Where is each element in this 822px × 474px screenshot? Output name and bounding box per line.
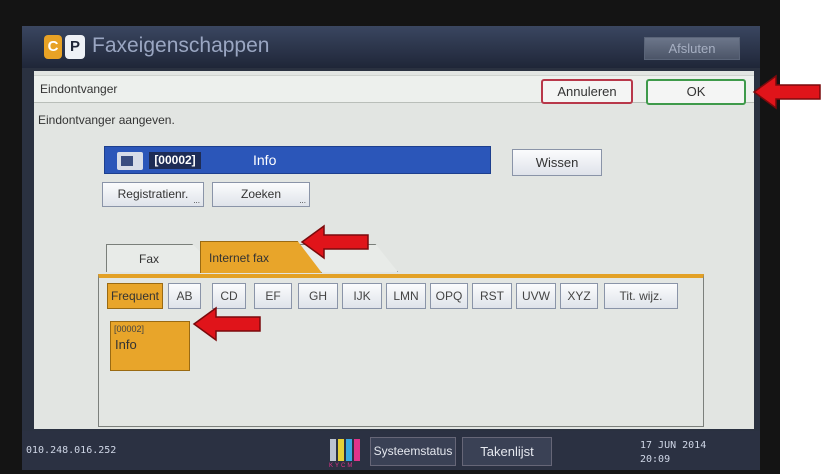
- header-row: Eindontvanger Annuleren OK: [34, 75, 754, 105]
- entry-name: Info: [115, 337, 137, 352]
- instruction-text: Eindontvanger aangeven.: [38, 113, 175, 127]
- title-change-button[interactable]: Tit. wijz.: [604, 283, 678, 309]
- search-button[interactable]: Zoeken...: [212, 182, 310, 207]
- registration-number-button[interactable]: Registratienr....: [102, 182, 204, 207]
- section-label: Eindontvanger: [40, 82, 118, 96]
- main-panel: Eindontvanger Annuleren OK Eindontvanger…: [34, 71, 754, 429]
- entry-code: [00002]: [114, 324, 145, 334]
- address-entry-info[interactable]: [00002] Info: [110, 321, 190, 371]
- time-text: 20:09: [640, 454, 671, 465]
- index-ijk[interactable]: IJK: [342, 283, 382, 309]
- clear-button[interactable]: Wissen: [512, 149, 602, 176]
- toner-letters: KYCM: [329, 463, 355, 469]
- date-time: 17 JUN 2014 20:09: [640, 439, 706, 467]
- job-list-button[interactable]: Takenlijst: [462, 437, 552, 466]
- close-button[interactable]: Afsluten: [644, 37, 740, 60]
- index-xyz[interactable]: XYZ: [560, 283, 598, 309]
- index-uvw[interactable]: UVW: [516, 283, 556, 309]
- status-bar: 010.248.016.252 KYCM Systeemstatus Taken…: [22, 431, 760, 470]
- device-bezel: CP Faxeigenschappen Afsluten Eindontvang…: [0, 0, 780, 474]
- date-text: 17 JUN 2014: [640, 440, 707, 451]
- red-arrow-annotation: [192, 306, 261, 342]
- red-arrow-annotation: [752, 74, 821, 110]
- fax-machine-icon: [117, 152, 143, 170]
- ip-address: 010.248.016.252: [26, 445, 117, 456]
- search-label: Zoeken: [240, 187, 282, 201]
- fax-app-icon: CP: [44, 35, 86, 59]
- index-gh[interactable]: GH: [298, 283, 338, 309]
- registration-number-label: Registratienr.: [117, 187, 189, 201]
- system-status-button[interactable]: Systeemstatus: [370, 437, 456, 466]
- window-title: Faxeigenschappen: [92, 34, 270, 57]
- index-lmn[interactable]: LMN: [386, 283, 426, 309]
- index-opq[interactable]: OPQ: [430, 283, 468, 309]
- recipient-code: [00002]: [149, 152, 201, 169]
- recipient-name: Info: [253, 152, 277, 168]
- index-frequent[interactable]: Frequent: [107, 283, 163, 309]
- selected-recipient-bar: [00002] Info: [104, 146, 491, 174]
- title-bar: CP Faxeigenschappen Afsluten: [22, 26, 760, 68]
- red-arrow-annotation: [300, 224, 369, 260]
- toner-status-icon[interactable]: KYCM: [328, 435, 362, 469]
- touch-screen: CP Faxeigenschappen Afsluten Eindontvang…: [22, 26, 760, 470]
- index-rst[interactable]: RST: [472, 283, 512, 309]
- ok-button[interactable]: OK: [646, 79, 746, 105]
- cancel-button[interactable]: Annuleren: [541, 79, 633, 104]
